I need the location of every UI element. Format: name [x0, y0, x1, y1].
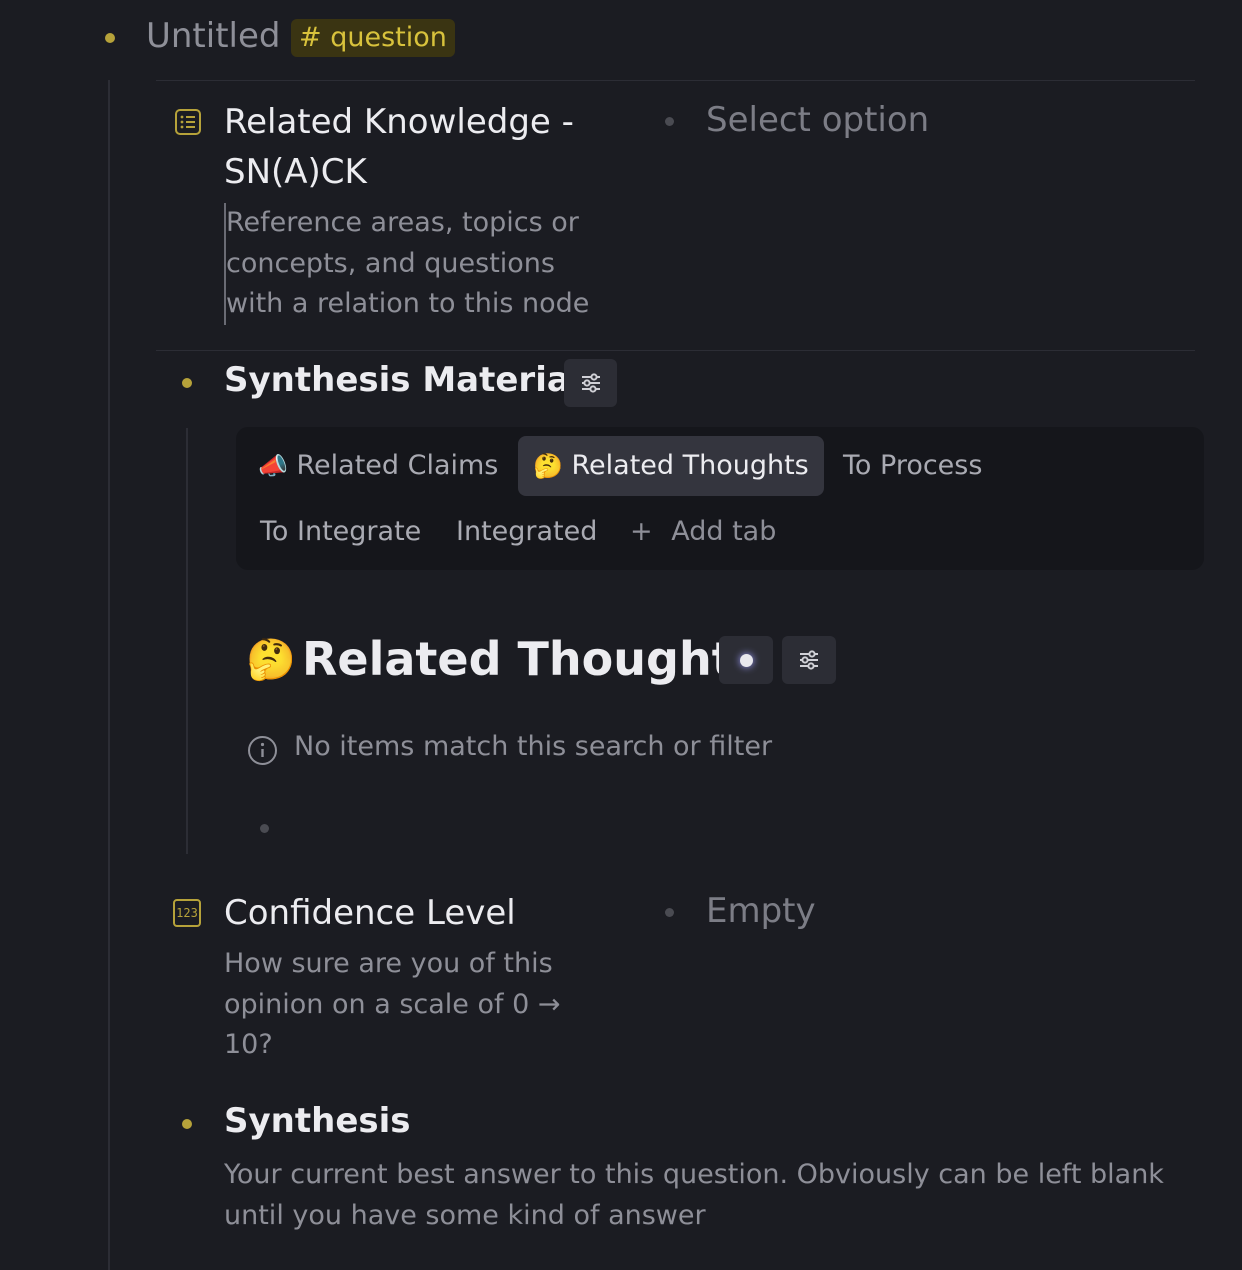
view-title[interactable]: Related Thoughts [302, 632, 761, 686]
synthesis-description[interactable]: Your current best answer to this questio… [224, 1155, 1164, 1236]
field-description-confidence-level[interactable]: How sure are you of this opinion on a sc… [224, 944, 560, 1066]
synthesis-material-bullet[interactable] [182, 378, 192, 388]
synthesis-title[interactable]: Synthesis [224, 1101, 411, 1141]
field-name-confidence-level[interactable]: Confidence Level [224, 888, 516, 938]
select-option-value[interactable]: Select option [706, 100, 929, 140]
tab-to-integrate[interactable]: To Integrate [260, 502, 421, 562]
dot-icon [739, 653, 753, 667]
add-tab-label: Add tab [671, 516, 777, 547]
field-name-line: Related Knowledge - [224, 102, 574, 142]
tab-label: Related Thoughts [571, 450, 809, 481]
value-bullet [665, 117, 674, 126]
tab-label: Integrated [456, 516, 598, 547]
tab-label: Related Claims [296, 450, 499, 481]
divider [156, 350, 1195, 351]
info-icon [247, 735, 278, 770]
tab-label: To Integrate [260, 516, 422, 547]
field-desc-line: opinion on a scale of 0 → [224, 988, 561, 1020]
empty-child-bullet[interactable] [260, 824, 269, 833]
synthesis-bullet[interactable] [182, 1119, 192, 1129]
field-description-related-knowledge[interactable]: Reference areas, topics or concepts, and… [224, 203, 589, 325]
outline-guide-line [108, 80, 110, 1270]
field-desc-line: with a relation to this node [226, 288, 590, 319]
field-desc-line: concepts, and questions [226, 247, 555, 279]
tab-label: To Process [843, 450, 983, 481]
sliders-icon [581, 373, 600, 393]
value-bullet [665, 908, 674, 917]
question-tag[interactable]: # question [291, 19, 455, 57]
thinking-face-icon: 🤔 [533, 452, 563, 480]
node-title[interactable]: Untitled [146, 16, 281, 56]
divider [156, 80, 1195, 81]
view-toggle-button[interactable] [719, 636, 773, 684]
plus-icon: + [630, 516, 653, 547]
tab-related-thoughts[interactable]: 🤔 Related Thoughts [518, 436, 824, 496]
field-desc-line: How sure are you of this [224, 948, 553, 979]
view-emoji-thinking-icon: 🤔 [246, 637, 296, 683]
megaphone-icon: 📣 [258, 452, 288, 480]
field-name-related-knowledge[interactable]: Related Knowledge - SN(A)CK [224, 97, 574, 197]
tab-to-process[interactable]: To Process [843, 436, 982, 496]
number-icon: 123 [173, 899, 201, 927]
tab-integrated[interactable]: Integrated [456, 502, 597, 562]
empty-state-message: No items match this search or filter [294, 731, 773, 762]
add-tab-button[interactable]: + Add tab [630, 502, 776, 562]
confidence-value[interactable]: Empty [706, 891, 816, 931]
field-desc-line: 10? [224, 1029, 273, 1060]
view-settings-button[interactable] [564, 359, 617, 407]
list-icon [174, 108, 202, 140]
tab-related-claims[interactable]: 📣 Related Claims [258, 436, 498, 496]
node-bullet[interactable] [105, 33, 115, 43]
view-filter-button[interactable] [782, 636, 836, 684]
field-desc-line: Reference areas, topics or [226, 207, 579, 238]
child-guide-line [186, 428, 188, 854]
synthesis-desc-line: until you have some kind of answer [224, 1199, 706, 1231]
field-name-line: SN(A)CK [224, 152, 367, 192]
sliders-icon [800, 650, 818, 670]
synthesis-desc-line: Your current best answer to this questio… [224, 1159, 1164, 1190]
synthesis-material-title[interactable]: Synthesis Material [224, 360, 581, 400]
